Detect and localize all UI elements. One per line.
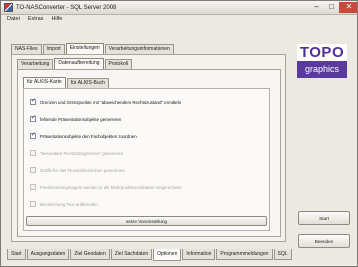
option-besondere-flurstuecksgrenzen[interactable]: "besondere Flurstücksgrenzen" generieren [30, 150, 123, 156]
tab-alkis-karte[interactable]: für ALKIS-Karte [23, 77, 66, 88]
tab-information[interactable]: Information [182, 249, 216, 260]
checkbox[interactable] [30, 184, 36, 190]
tab-alkis-buch[interactable]: für ALKIS-Buch [66, 78, 109, 88]
minimize-icon[interactable]: – [309, 2, 324, 13]
tab-ziel-geodaten[interactable]: Ziel Geodaten [70, 249, 110, 260]
app-window: TO-NASConverter - SQL Server 2008 – □ ✕ … [0, 0, 358, 267]
bottom-tab-bar: Start Ausgangsdaten Ziel Geodaten Ziel S… [7, 249, 293, 261]
option-bezeichnung-text[interactable]: Bezeichnung Text aufbereiten [30, 201, 98, 207]
window-title: TO-NASConverter - SQL Server 2008 [16, 4, 117, 11]
window-controls: – □ ✕ [309, 2, 357, 13]
option-fehlende-praesentationsobjekte[interactable]: fehlende Präsentationsobjekte generieren [30, 114, 122, 122]
menu-bar: Datei Extras Hilfe [1, 16, 70, 26]
option-label: fehlende Präsentationsobjekte generieren [40, 116, 122, 122]
checkbox[interactable] [30, 114, 36, 122]
alkis-karte-options: Grenzen und Grenzpunkte mit "abweichende… [23, 88, 270, 231]
option-label: Positionierungsregeln werden in die Mehr… [40, 184, 182, 190]
tab-ausgangsdaten[interactable]: Ausgangsdaten [26, 249, 70, 260]
checkbox[interactable] [30, 150, 36, 156]
tab-ziel-sachdaten[interactable]: Ziel Sachdaten [110, 249, 153, 260]
logo-text-bottom: graphics [304, 64, 340, 74]
title-bar: TO-NASConverter - SQL Server 2008 – □ ✕ [1, 1, 357, 15]
tab-sql[interactable]: SQL [273, 249, 292, 260]
tab-start[interactable]: Start [7, 249, 26, 260]
checkbox[interactable] [30, 167, 36, 173]
option-label: Grenzen und Grenzpunkte mit "abweichende… [40, 99, 182, 105]
close-icon[interactable]: ✕ [339, 2, 357, 13]
exit-button[interactable]: Beenden [298, 234, 350, 248]
tab-verarbeitung[interactable]: Verarbeitung [17, 59, 54, 69]
tab-optionen[interactable]: Optionen [153, 249, 182, 261]
app-icon [4, 3, 13, 12]
menu-datei[interactable]: Datei [7, 16, 20, 26]
tab-datenaufbereitung[interactable]: Datenaufbereitung [54, 58, 104, 69]
logo-text-top: TOPO [297, 44, 347, 61]
menu-hilfe[interactable]: Hilfe [51, 16, 62, 26]
topo-graphics-logo: TOPO graphics [297, 44, 347, 78]
start-button[interactable]: Start [298, 211, 350, 225]
option-label: Grafik für das Flurstückszeichen generie… [40, 167, 125, 173]
tab-verarbeitungsinformationen[interactable]: Verarbeitungsinformationen [104, 44, 174, 54]
menu-extras[interactable]: Extras [28, 16, 44, 26]
checkbox[interactable] [30, 131, 36, 139]
option-positionierungsregeln[interactable]: Positionierungsregeln werden in die Mehr… [30, 184, 181, 190]
tab-protokoll[interactable]: Protokoll [104, 59, 132, 69]
checkbox[interactable] [30, 201, 36, 207]
option-praesentationsobjekte-zuordnen[interactable]: Präsentationsobjekte den Fachobjekten zu… [30, 131, 137, 139]
checkbox[interactable] [30, 97, 36, 105]
tab-einstellungen[interactable]: Einstellungen [65, 43, 104, 54]
maximize-icon[interactable]: □ [324, 2, 339, 13]
tab-nas-files[interactable]: NAS-Files [11, 44, 42, 54]
reset-defaults-button[interactable]: setze Voreinstellung [26, 216, 267, 226]
option-label: Bezeichnung Text aufbereiten [40, 201, 98, 207]
option-label: Präsentationsobjekte den Fachobjekten zu… [40, 133, 137, 139]
tab-import[interactable]: Import [42, 44, 65, 54]
option-label: "besondere Flurstücksgrenzen" generieren [40, 150, 124, 156]
tab-programmmeldungen[interactable]: Programmmeldungen [216, 249, 273, 260]
option-flurstueckszeichen-grafik[interactable]: Grafik für das Flurstückszeichen generie… [30, 167, 125, 173]
option-abweichender-rechtszustand[interactable]: Grenzen und Grenzpunkte mit "abweichende… [30, 97, 182, 105]
